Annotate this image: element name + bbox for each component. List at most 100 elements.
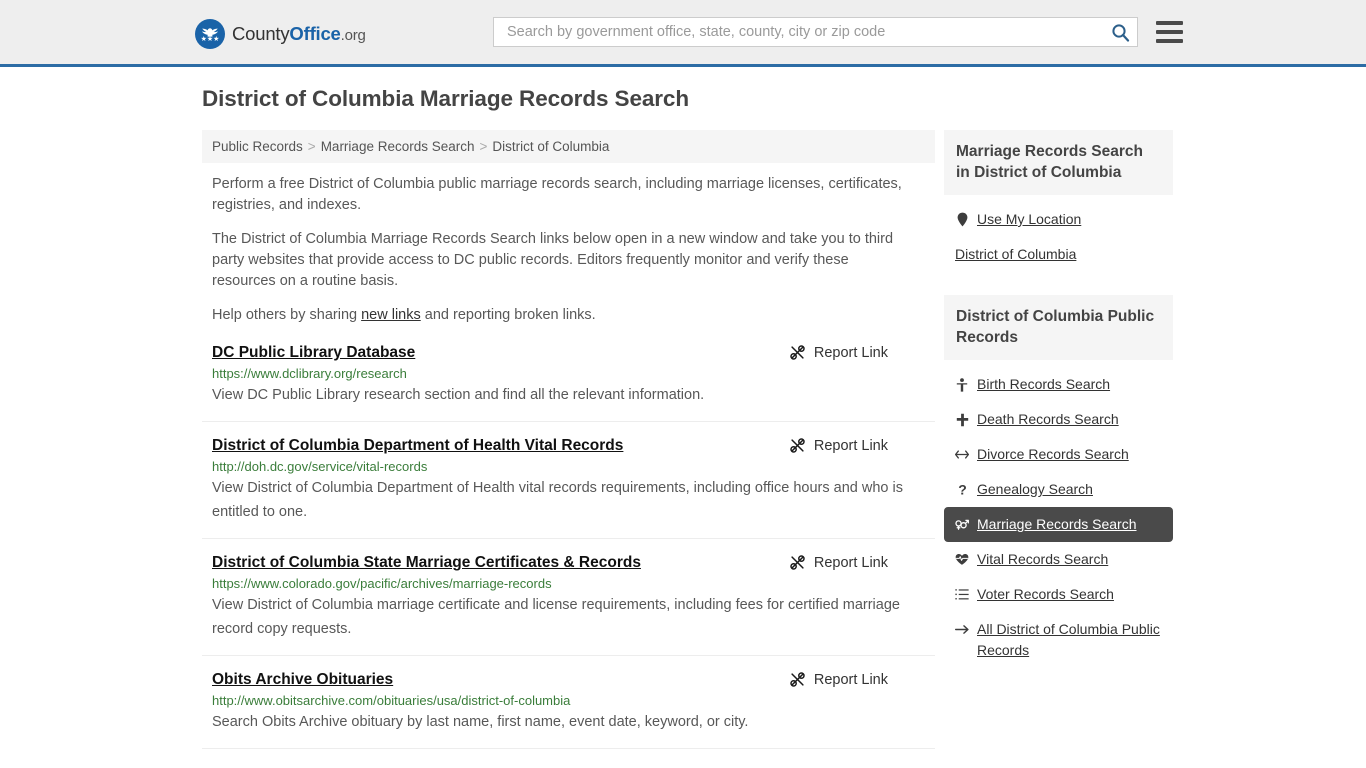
result-url: https://www.colorado.gov/pacific/archive… <box>212 576 552 591</box>
broken-link-icon <box>790 555 805 570</box>
page-title: District of Columbia Marriage Records Se… <box>202 86 689 111</box>
result-header: District of Columbia State Marriage Cert… <box>212 553 935 572</box>
menu-bar-1 <box>1156 21 1183 25</box>
intro-paragraph-3: Help others by sharing new links and rep… <box>212 305 912 326</box>
sidebar-item-label: Voter Records Search <box>977 586 1114 602</box>
question-mark-icon: ? <box>955 479 969 500</box>
sidebar-item-label: Marriage Records Search <box>977 516 1137 532</box>
heartbeat-icon <box>955 549 969 570</box>
sidebar-item-voter-records-search[interactable]: Voter Records Search <box>944 577 1173 612</box>
sidebar-panel-public-records-heading: District of Columbia Public Records <box>944 295 1173 360</box>
result-url: https://www.dclibrary.org/research <box>212 366 407 381</box>
site-logo[interactable]: ★★★ CountyOffice.org <box>195 19 366 49</box>
breadcrumb-separator-2: > <box>479 139 488 154</box>
baby-icon <box>955 374 969 395</box>
arrow-right-icon <box>955 619 969 640</box>
report-link-button[interactable]: Report Link <box>789 671 935 688</box>
content-container: District of Columbia Marriage Records Se… <box>193 67 1173 763</box>
broken-link-icon <box>790 345 805 360</box>
breadcrumb-item-public-records[interactable]: Public Records <box>212 139 303 154</box>
sidebar-item-label: All District of Columbia Public Records <box>977 621 1160 658</box>
two-column-layout: Public Records > Marriage Records Search > D… <box>193 130 1173 763</box>
logo-text-org: .org <box>340 27 366 44</box>
sidebar-item-label: Vital Records Search <box>977 551 1109 567</box>
sidebar-item-death-records-search[interactable]: Death Records Search <box>944 402 1173 437</box>
result-title[interactable]: District of Columbia State Marriage Cert… <box>212 553 641 572</box>
result-header: Obits Archive Obituaries Report Link <box>212 670 935 689</box>
search-input[interactable] <box>505 23 1109 41</box>
report-link-label: Report Link <box>813 344 888 361</box>
sidebar-item-all-public-records[interactable]: All District of Columbia Public Records <box>944 612 1173 668</box>
ordered-list-icon <box>955 584 969 605</box>
sidebar-item-label: Birth Records Search <box>977 376 1111 392</box>
sidebar-item-divorce-records-search[interactable]: Divorce Records Search <box>944 437 1173 472</box>
arrows-split-icon <box>955 444 969 465</box>
intro-text: Perform a free District of Columbia publ… <box>202 174 935 326</box>
report-link-label: Report Link <box>813 671 888 688</box>
page-body: District of Columbia Marriage Records Se… <box>0 67 1366 763</box>
sidebar-item-label: District of Columbia <box>955 246 1077 262</box>
table-row: DC Public Library Database Report Link h… <box>202 343 935 422</box>
ordered-list-glyph <box>955 589 969 600</box>
logo-wordmark: CountyOffice.org <box>232 23 366 45</box>
result-title[interactable]: DC Public Library Database <box>212 343 415 362</box>
sidebar-item-label: Divorce Records Search <box>977 446 1129 462</box>
result-description: View DC Public Library research section … <box>212 387 705 403</box>
report-link-button[interactable]: Report Link <box>789 344 935 361</box>
breadcrumb-item-marriage-records-search[interactable]: Marriage Records Search <box>321 139 475 154</box>
result-title[interactable]: Obits Archive Obituaries <box>212 670 393 689</box>
menu-bar-2 <box>1156 30 1183 34</box>
three-stars-glyph: ★★★ <box>200 35 220 43</box>
arrows-split-glyph <box>955 450 969 459</box>
heartbeat-glyph <box>955 553 969 565</box>
sidebar-item-genealogy-search[interactable]: ? Genealogy Search <box>944 472 1173 507</box>
result-title[interactable]: District of Columbia Department of Healt… <box>212 436 623 455</box>
result-description: Search Obits Archive obituary by last na… <box>212 714 749 730</box>
map-pin-icon <box>955 209 969 230</box>
table-row: Obits Archive Obituaries Report Link htt… <box>202 670 935 749</box>
report-link-label: Report Link <box>813 437 888 454</box>
sidebar-item-label: Genealogy Search <box>977 481 1093 497</box>
new-links-link[interactable]: new links <box>361 307 421 323</box>
intro-p3-before: Help others by sharing <box>212 307 362 323</box>
breadcrumb: Public Records > Marriage Records Search > D… <box>202 130 935 163</box>
cross-glyph <box>956 413 968 426</box>
breadcrumb-item-district-of-columbia[interactable]: District of Columbia <box>492 139 609 154</box>
search-glyph <box>1111 23 1129 42</box>
table-row: District of Columbia Department of Healt… <box>202 436 935 539</box>
sidebar-location-list: Use My Location District of Columbia <box>944 202 1173 272</box>
baby-glyph <box>956 377 968 392</box>
arrow-right-glyph <box>955 625 969 634</box>
main-content-column: Public Records > Marriage Records Search > D… <box>202 130 935 763</box>
results-list: DC Public Library Database Report Link h… <box>202 343 935 749</box>
sidebar-item-vital-records-search[interactable]: Vital Records Search <box>944 542 1173 577</box>
sidebar-item-use-my-location[interactable]: Use My Location <box>944 202 1173 237</box>
question-mark-glyph: ? <box>958 482 967 497</box>
report-link-button[interactable]: Report Link <box>789 554 935 571</box>
broken-link-icon <box>790 672 805 687</box>
site-header: ★★★ CountyOffice.org <box>0 0 1366 67</box>
table-row: District of Columbia State Marriage Cert… <box>202 553 935 656</box>
sidebar-panel-location-heading: Marriage Records Search in District of C… <box>944 130 1173 195</box>
search-icon[interactable] <box>1109 21 1131 43</box>
gender-symbols-icon <box>955 514 969 535</box>
logo-text-county: County <box>232 23 290 44</box>
result-url: http://www.obitsarchive.com/obituaries/u… <box>212 693 571 708</box>
report-link-button[interactable]: Report Link <box>789 437 935 454</box>
sidebar-item-label: Death Records Search <box>977 411 1119 427</box>
search-box[interactable] <box>493 17 1138 47</box>
intro-paragraph-2: The District of Columbia Marriage Record… <box>212 231 894 289</box>
sidebar-item-district-of-columbia[interactable]: District of Columbia <box>944 237 1173 272</box>
breadcrumb-separator-1: > <box>307 139 316 154</box>
result-url: http://doh.dc.gov/service/vital-records <box>212 459 428 474</box>
intro-paragraph-1: Perform a free District of Columbia publ… <box>212 176 902 213</box>
sidebar-item-marriage-records-search[interactable]: Marriage Records Search <box>944 507 1173 542</box>
hamburger-menu-icon[interactable] <box>1156 21 1183 43</box>
result-description: View District of Columbia Department of … <box>212 480 903 520</box>
gender-symbols-glyph <box>955 519 969 530</box>
header-search-area <box>493 17 1183 47</box>
result-header: DC Public Library Database Report Link <box>212 343 935 362</box>
sidebar-item-birth-records-search[interactable]: Birth Records Search <box>944 367 1173 402</box>
sidebar-panel-public-records: District of Columbia Public Records Birt… <box>944 295 1173 668</box>
map-pin-glyph <box>957 212 967 227</box>
